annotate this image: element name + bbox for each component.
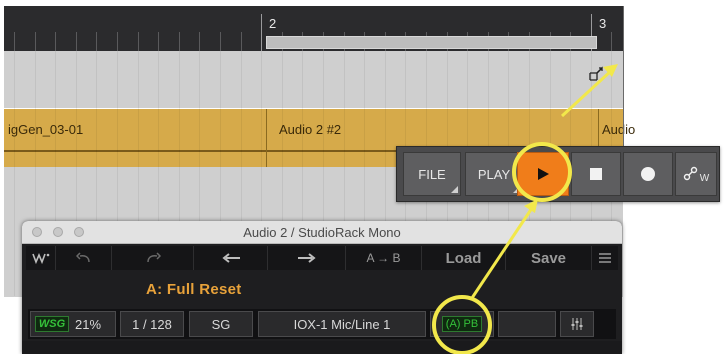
highlight-circle-pb <box>432 295 492 354</box>
annotation-overlay <box>432 64 618 354</box>
arrow-pb-to-play <box>470 199 538 299</box>
arrow-to-cursor <box>560 64 618 118</box>
highlight-circle-play <box>512 142 572 202</box>
